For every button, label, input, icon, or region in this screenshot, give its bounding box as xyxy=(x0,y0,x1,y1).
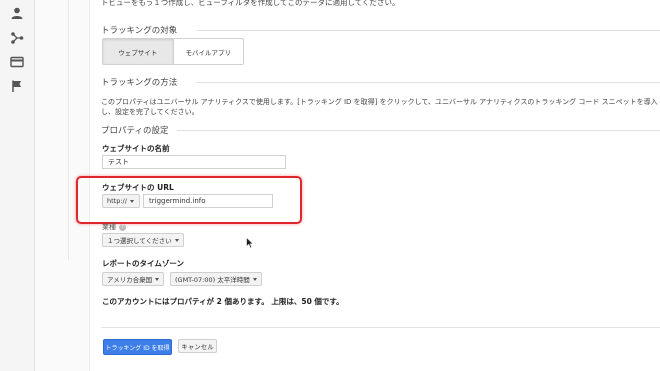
mouse-cursor-icon xyxy=(246,234,254,249)
account-property-note: このアカウントにはプロパティが 2 個あります。 上限は、50 個です。 xyxy=(102,297,344,306)
chevron-down-icon xyxy=(129,199,134,203)
category-value: １つ選択してください xyxy=(107,237,172,245)
site-name-value: テスト xyxy=(108,158,129,166)
divider xyxy=(197,82,660,83)
section-heading: トラッキングの方法 xyxy=(101,78,178,88)
section-tracking-target: トラッキングの対象 xyxy=(101,24,660,36)
country-select[interactable]: アメリカ合衆国 xyxy=(102,272,165,286)
share-icon[interactable] xyxy=(10,31,24,45)
url-label: ウェブサイトの URL xyxy=(102,183,174,192)
chevron-down-icon xyxy=(252,277,257,281)
person-icon[interactable] xyxy=(10,6,24,20)
tracking-method-description: このプロパティはユニバーサル アナリティクスで使用します。[トラッキング ID … xyxy=(101,98,658,116)
flag-icon[interactable] xyxy=(10,79,24,93)
help-icon[interactable]: ? xyxy=(119,223,126,231)
protocol-select[interactable]: http:// xyxy=(102,194,140,208)
timezone-label: レポートのタイムゾーン xyxy=(102,259,184,268)
option-website[interactable]: ウェブサイト xyxy=(103,39,174,64)
tracking-target-toggle: ウェブサイト モバイルアプリ xyxy=(102,38,244,65)
divider xyxy=(197,30,660,31)
url-input[interactable]: triggermind.info xyxy=(143,194,273,208)
left-sidebar xyxy=(0,0,35,371)
timezone-value: (GMT-07:00) 太平洋時間 xyxy=(175,276,250,284)
section-heading: プロパティの設定 xyxy=(101,126,169,136)
country-value: アメリカ合衆国 xyxy=(107,276,153,284)
site-name-label: ウェブサイトの名前 xyxy=(102,144,170,153)
url-value: triggermind.info xyxy=(149,197,206,205)
category-label: 業種? xyxy=(102,222,126,232)
section-property-settings: プロパティの設定 xyxy=(101,124,660,136)
section-tracking-method: トラッキングの方法 xyxy=(101,76,660,88)
cancel-button[interactable]: キャンセル xyxy=(178,339,217,353)
top-note: トビューをもう１つ作成し、ビューフィルタを作成してこのデータに適用してください。 xyxy=(101,0,400,7)
chevron-down-icon xyxy=(155,277,160,281)
category-label-text: 業種 xyxy=(102,223,116,231)
category-select[interactable]: １つ選択してください xyxy=(102,233,184,247)
chevron-down-icon xyxy=(174,238,179,242)
property-form: トビューをもう１つ作成し、ビューフィルタを作成してこのデータに適用してください。… xyxy=(76,0,660,371)
divider xyxy=(68,0,69,260)
protocol-value: http:// xyxy=(107,197,127,205)
section-heading: トラッキングの対象 xyxy=(101,26,178,36)
option-mobile-app[interactable]: モバイルアプリ xyxy=(174,39,244,64)
site-name-input[interactable]: テスト xyxy=(102,155,286,169)
timezone-select[interactable]: (GMT-07:00) 太平洋時間 xyxy=(170,272,262,286)
get-tracking-id-button[interactable]: トラッキング ID を取得 xyxy=(103,339,172,355)
divider xyxy=(101,327,660,328)
divider xyxy=(177,130,660,131)
card-icon[interactable] xyxy=(10,55,24,69)
